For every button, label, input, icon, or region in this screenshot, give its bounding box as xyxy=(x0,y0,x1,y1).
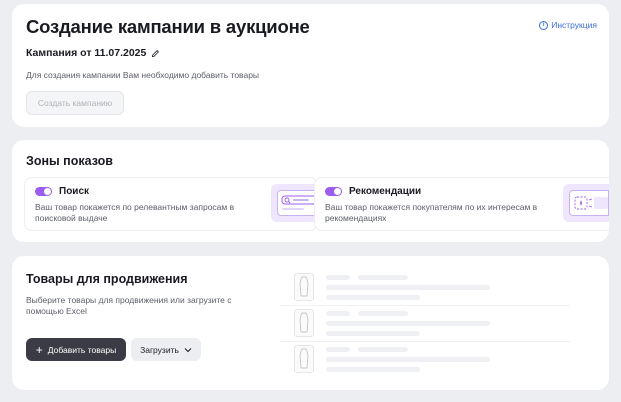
page-title: Создание кампании в аукционе xyxy=(26,16,310,37)
products-title: Товары для продвижения xyxy=(26,272,188,286)
campaign-hint: Для создания кампании Вам необходимо доб… xyxy=(26,70,260,80)
search-icon xyxy=(281,195,317,210)
zone-search-description: Ваш товар покажется по релевантным запро… xyxy=(35,202,235,223)
placeholder-row xyxy=(280,342,570,378)
recommendations-illustration xyxy=(563,184,609,222)
plus-icon: + xyxy=(35,342,43,357)
zone-rec-name: Рекомендации xyxy=(349,186,422,197)
upload-button[interactable]: Загрузить xyxy=(131,338,201,361)
instruction-link[interactable]: i Инструкция xyxy=(539,20,597,30)
add-products-label: Добавить товары xyxy=(47,344,117,355)
zone-search-name: Поиск xyxy=(59,186,90,197)
upload-label: Загрузить xyxy=(140,344,179,355)
zone-recommendations[interactable]: Рекомендации Ваш товар покажется покупат… xyxy=(314,177,609,231)
zone-rec-header: Рекомендации xyxy=(325,186,421,197)
campaign-name-text: Кампания от 11.07.2025 xyxy=(26,47,147,59)
zone-search-header: Поиск xyxy=(35,186,89,197)
zone-search[interactable]: Поиск Ваш товар покажется по релевантным… xyxy=(24,177,318,231)
search-illustration xyxy=(271,184,317,222)
sparkle-icon xyxy=(574,196,608,210)
zone-search-toggle[interactable] xyxy=(35,187,52,196)
zones-card: Зоны показов Поиск Ваш товар покажется п… xyxy=(12,140,609,242)
chevron-down-icon xyxy=(184,347,192,352)
info-icon: i xyxy=(539,20,549,30)
product-thumb-icon xyxy=(294,345,314,373)
campaign-name: Кампания от 11.07.2025 xyxy=(26,47,160,59)
placeholder-row xyxy=(280,270,570,306)
add-products-button[interactable]: + Добавить товары xyxy=(26,338,126,361)
zones-title: Зоны показов xyxy=(26,154,113,168)
products-placeholder xyxy=(280,270,570,378)
products-card: Товары для продвижения Выберите товары д… xyxy=(12,256,609,390)
zone-rec-description: Ваш товар покажется покупателям по их ин… xyxy=(325,202,538,223)
product-thumb-icon xyxy=(294,273,314,301)
product-thumb-icon xyxy=(294,309,314,337)
campaign-card: Создание кампании в аукционе i Инструкци… xyxy=(12,4,609,127)
create-campaign-button[interactable]: Создать кампанию xyxy=(26,91,124,115)
products-description: Выберите товары для продвижения или загр… xyxy=(26,295,232,316)
zone-rec-toggle[interactable] xyxy=(325,187,342,196)
pencil-icon[interactable] xyxy=(151,49,160,58)
instruction-label: Инструкция xyxy=(551,20,597,30)
placeholder-row xyxy=(280,306,570,342)
